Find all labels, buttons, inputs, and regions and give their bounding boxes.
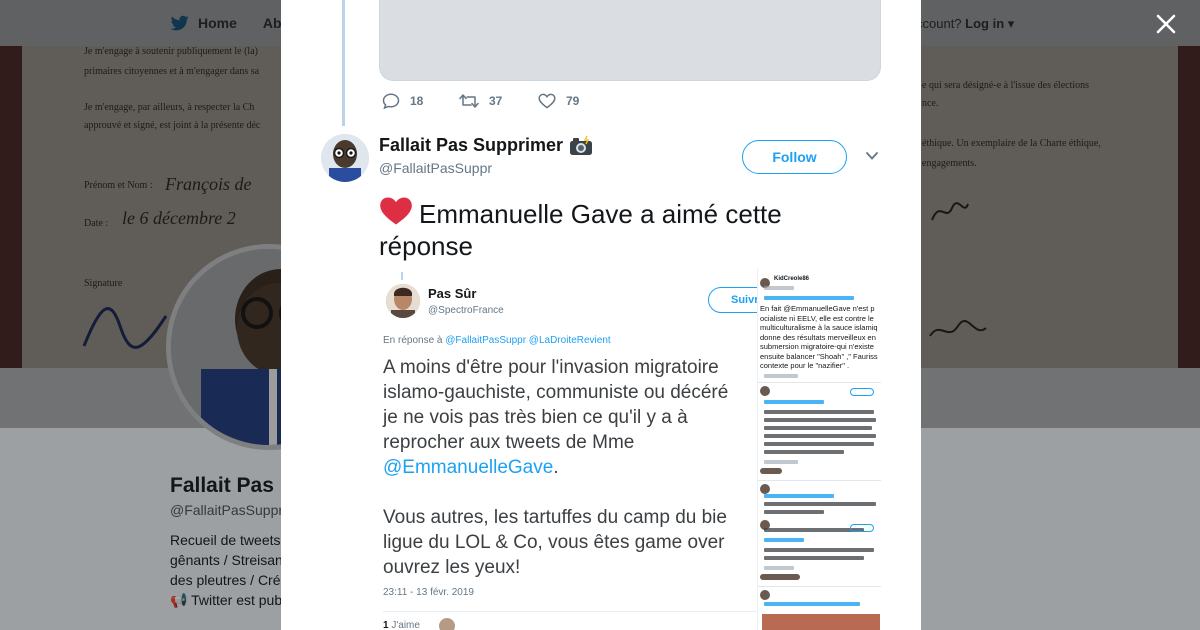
close-icon[interactable] <box>1152 10 1180 38</box>
mini-follow <box>850 524 874 532</box>
mini-text-line <box>764 442 874 446</box>
mini-reply-context <box>764 296 854 300</box>
reply-icon <box>382 93 400 109</box>
mini-handle <box>764 286 794 290</box>
mini-timestamp <box>764 460 798 464</box>
tweet-modal: 18 37 79 Fallait Pas Supprimer @FallaitP… <box>281 0 921 630</box>
mini-avatar <box>760 590 770 600</box>
reply-button[interactable]: 18 <box>382 93 459 109</box>
mini-text-line <box>764 434 876 438</box>
embedded-mini-screenshot: KidCreole86 En fait @EmmanuelleGave n'es… <box>757 268 881 630</box>
tweet-author-name[interactable]: Fallait Pas Supprimer <box>379 135 593 156</box>
mini-reply-context <box>764 494 834 498</box>
previous-tweet-media[interactable] <box>379 0 881 81</box>
retweet-count: 37 <box>489 94 503 108</box>
embedded-author-avatar <box>386 284 420 318</box>
mini-liker-avatars <box>760 468 782 474</box>
like-button[interactable]: 79 <box>538 93 579 109</box>
heart-icon <box>538 93 556 109</box>
thread-connector-line <box>342 0 345 126</box>
retweet-button[interactable]: 37 <box>459 93 538 109</box>
red-heart-emoji-icon <box>380 197 412 225</box>
mini-reply-context <box>764 538 804 542</box>
tweet-text-content: Emmanuelle Gave a aimé cette réponse <box>379 199 782 261</box>
embedded-divider <box>383 611 757 612</box>
embedded-paragraph-1: A moins d'être pour l'invasion migratoir… <box>383 357 729 478</box>
mini-author-name: KidCreole86 <box>774 276 810 282</box>
mini-divider <box>758 586 881 587</box>
embedded-likes: 1 J'aime <box>383 620 420 630</box>
embedded-avatar-image <box>386 284 420 318</box>
embedded-author-handle: @SpectroFrance <box>428 305 504 316</box>
mini-text-line <box>764 418 876 422</box>
tweet-author-avatar[interactable] <box>321 134 369 182</box>
retweet-icon <box>459 94 479 108</box>
mini-text-line <box>764 426 872 430</box>
like-count: 79 <box>566 94 580 108</box>
mini-avatar <box>760 484 770 494</box>
mini-timestamp <box>764 374 798 378</box>
embedded-tweet-body: A moins d'être pour l'invasion migratoir… <box>383 355 783 605</box>
chevron-down-icon[interactable] <box>865 150 879 162</box>
embedded-paragraph-2: Vous autres, les tartuffes du camp du bi… <box>383 507 727 578</box>
mini-text: En fait @EmmanuelleGave n'est p ocialist… <box>760 304 878 370</box>
mini-text-line <box>764 528 864 532</box>
mini-avatar <box>760 386 770 396</box>
camera-flash-emoji-icon <box>570 135 593 155</box>
mini-divider <box>758 480 881 481</box>
embedded-liker-avatar <box>439 618 455 630</box>
embedded-timestamp: 23:11 - 13 févr. 2019 <box>383 587 474 598</box>
embedded-author-name: Pas Sûr <box>428 286 477 301</box>
author-avatar-image <box>321 134 369 182</box>
tweet-author-handle[interactable]: @FallaitPasSuppr <box>379 160 492 176</box>
embedded-mention: @EmmanuelleGave <box>383 457 554 478</box>
mini-attached-photo <box>762 614 880 630</box>
reply-count: 18 <box>410 94 424 108</box>
mini-divider <box>758 382 881 383</box>
mini-text-line <box>764 450 844 454</box>
previous-tweet-actions: 18 37 79 <box>382 93 579 109</box>
tweet-text: Emmanuelle Gave a aimé cette réponse <box>379 196 849 262</box>
embedded-reply-context: En réponse à @FallaitPasSuppr @LaDroiteR… <box>383 335 611 346</box>
tweet-attached-image[interactable]: Pas Sûr @SpectroFrance Suivre En réponse… <box>379 268 881 630</box>
mini-text-line <box>764 548 874 552</box>
mini-reply-context <box>764 400 824 404</box>
mini-follow <box>850 388 874 396</box>
mini-text-line <box>764 556 864 560</box>
mini-text-line <box>764 502 876 506</box>
mini-text-line <box>764 510 824 514</box>
mini-liker-avatars <box>760 574 800 580</box>
mini-timestamp <box>764 566 794 570</box>
thread-connector-line <box>401 272 403 280</box>
mini-text-line <box>764 410 874 414</box>
follow-button[interactable]: Follow <box>742 140 847 174</box>
mini-reply-context <box>764 602 860 606</box>
